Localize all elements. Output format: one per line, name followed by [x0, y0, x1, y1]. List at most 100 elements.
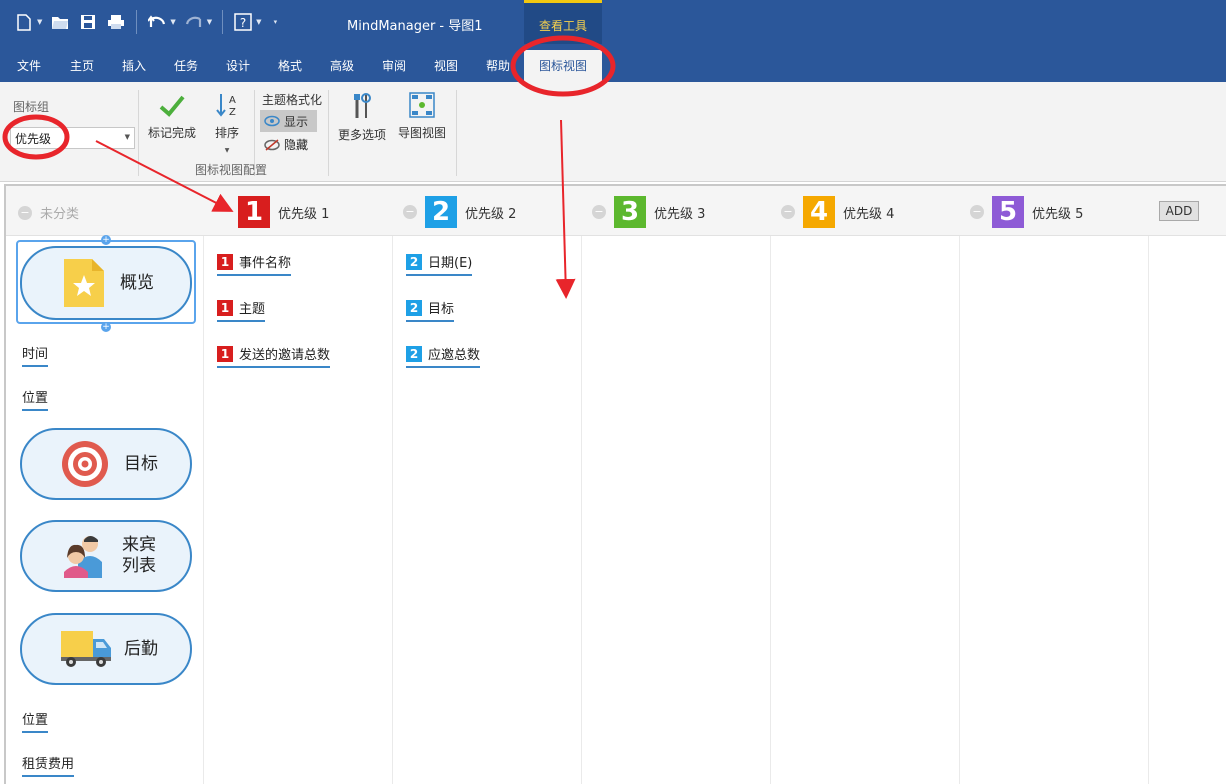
- qat-separator: [222, 10, 224, 34]
- tab-insert[interactable]: 插入: [122, 57, 146, 74]
- tab-advanced[interactable]: 高级: [330, 57, 354, 74]
- column-header-priority-3[interactable]: − 3 优先级 3: [592, 196, 705, 228]
- add-above-handle-icon[interactable]: +: [101, 235, 111, 245]
- chevron-down-icon: ▼: [124, 133, 130, 141]
- topic-label: 事件名称: [239, 256, 292, 271]
- new-dropdown-icon[interactable]: ▼: [37, 18, 42, 26]
- topic-theme[interactable]: 1 主题: [217, 298, 266, 322]
- priority-5-icon: 5: [992, 196, 1024, 228]
- qat-separator: [136, 10, 138, 34]
- topic-date[interactable]: 2 日期(E): [406, 252, 473, 276]
- topic-goal[interactable]: 目标: [20, 428, 192, 500]
- hide-button[interactable]: 隐藏: [264, 136, 308, 153]
- show-button[interactable]: 显示: [260, 110, 317, 132]
- topic-label: 位置: [22, 391, 49, 406]
- priority-2-icon: 2: [406, 299, 422, 316]
- help-dropdown-icon[interactable]: ▼: [256, 18, 261, 26]
- redo-dropdown-icon[interactable]: ▼: [207, 18, 212, 26]
- more-options-button[interactable]: 更多选项: [336, 92, 388, 144]
- map-view-label: 导图视图: [397, 126, 446, 140]
- eye-slash-icon: [264, 138, 280, 151]
- new-doc-icon[interactable]: [12, 10, 36, 34]
- column-header-priority-2[interactable]: − 2 优先级 2: [403, 196, 516, 228]
- map-view-button[interactable]: 导图视图: [396, 92, 448, 144]
- topic-label: 后勤: [124, 638, 158, 659]
- truck-icon: [61, 631, 111, 667]
- priority-2-icon: 2: [406, 253, 422, 270]
- tab-view[interactable]: 视图: [434, 57, 458, 74]
- sort-az-icon: AZ: [216, 94, 236, 118]
- add-below-handle-icon[interactable]: +: [101, 322, 111, 332]
- topic-time[interactable]: 时间: [22, 343, 49, 367]
- ribbon-separator: [138, 90, 139, 176]
- title-bar: ▼ ▼ ▼ ? ▼ ▾ MindManager - 导图1 查看工具: [0, 0, 1226, 44]
- collapse-icon[interactable]: −: [781, 205, 795, 219]
- column-header-priority-5[interactable]: − 5 优先级 5: [970, 196, 1083, 228]
- redo-icon[interactable]: [182, 10, 206, 34]
- topic-location[interactable]: 位置: [22, 387, 49, 411]
- tab-file[interactable]: 文件: [17, 57, 41, 74]
- sort-button[interactable]: AZ 排序 ▼: [208, 92, 246, 154]
- priority-2-icon: 2: [425, 196, 457, 228]
- topic-rent[interactable]: 租赁费用: [22, 753, 75, 777]
- column-header-priority-1[interactable]: 1 优先级 1: [238, 196, 329, 228]
- tab-task[interactable]: 任务: [174, 57, 198, 74]
- column-divider: [959, 236, 960, 784]
- tab-review[interactable]: 审阅: [382, 57, 406, 74]
- icon-group-label: 图标组: [13, 100, 50, 114]
- topic-guest-list[interactable]: 来宾 列表: [20, 520, 192, 592]
- icon-group-select[interactable]: 优先级 ▼: [10, 127, 135, 149]
- mark-done-button[interactable]: 标记完成: [146, 92, 198, 144]
- column-header-row: − 未分类 1 优先级 1 − 2 优先级 2 − 3 优先级 3 − 4 优先…: [6, 186, 1226, 236]
- svg-text:Z: Z: [229, 107, 236, 118]
- topic-event-name[interactable]: 1 事件名称: [217, 252, 292, 276]
- help-icon[interactable]: ?: [231, 10, 255, 34]
- print-icon[interactable]: [104, 10, 128, 34]
- save-icon[interactable]: [76, 10, 100, 34]
- icon-view-canvas[interactable]: − 未分类 1 优先级 1 − 2 优先级 2 − 3 优先级 3 − 4 优先…: [4, 184, 1226, 784]
- svg-text:A: A: [229, 95, 236, 106]
- undo-dropdown-icon[interactable]: ▼: [170, 18, 175, 26]
- topic-label: 主题: [239, 302, 266, 317]
- column-header-uncategorized: − 未分类: [18, 203, 79, 222]
- topic-label: 日期(E): [428, 256, 473, 271]
- add-column-button[interactable]: ADD: [1159, 201, 1199, 221]
- column-divider: [770, 236, 771, 784]
- collapse-icon[interactable]: −: [18, 205, 32, 220]
- window-title: MindManager - 导图1: [347, 19, 483, 34]
- tab-icon-view[interactable]: 图标视图: [524, 50, 602, 82]
- customize-icon[interactable]: ▾: [274, 18, 278, 26]
- undo-icon[interactable]: [145, 10, 169, 34]
- column-name: 优先级 2: [465, 206, 517, 222]
- topic-overview[interactable]: 概览: [20, 246, 192, 320]
- column-name: 优先级 4: [843, 206, 895, 222]
- column-name: 优先级 5: [1032, 206, 1084, 222]
- column-name: 优先级 3: [654, 206, 706, 222]
- topic-logistics[interactable]: 后勤: [20, 613, 192, 685]
- priority-1-icon: 1: [217, 345, 233, 362]
- collapse-icon[interactable]: −: [592, 205, 606, 219]
- tab-design[interactable]: 设计: [226, 57, 250, 74]
- map-view-icon: [409, 92, 435, 118]
- topic-target[interactable]: 2 目标: [406, 298, 455, 322]
- sort-label: 排序: [214, 126, 239, 140]
- topic-label: 目标: [428, 302, 455, 317]
- ribbon-separator: [456, 90, 457, 176]
- topic-total-invited[interactable]: 2 应邀总数: [406, 344, 481, 368]
- tab-help[interactable]: 帮助: [486, 57, 510, 74]
- priority-1-icon: 1: [217, 253, 233, 270]
- collapse-icon[interactable]: −: [403, 205, 417, 219]
- open-folder-icon[interactable]: [48, 10, 72, 34]
- target-icon: [62, 441, 108, 487]
- column-header-priority-4[interactable]: − 4 优先级 4: [781, 196, 894, 228]
- checkmark-icon: [159, 95, 185, 117]
- topic-invites-sent[interactable]: 1 发送的邀请总数: [217, 344, 331, 368]
- ribbon-separator: [328, 90, 329, 176]
- topic-label: 发送的邀请总数: [239, 348, 331, 363]
- topic-label: 应邀总数: [428, 348, 481, 363]
- collapse-icon[interactable]: −: [970, 205, 984, 219]
- tab-home[interactable]: 主页: [70, 57, 94, 74]
- topic-location-2[interactable]: 位置: [22, 709, 49, 733]
- column-name: 优先级 1: [278, 206, 330, 222]
- tab-format[interactable]: 格式: [278, 57, 302, 74]
